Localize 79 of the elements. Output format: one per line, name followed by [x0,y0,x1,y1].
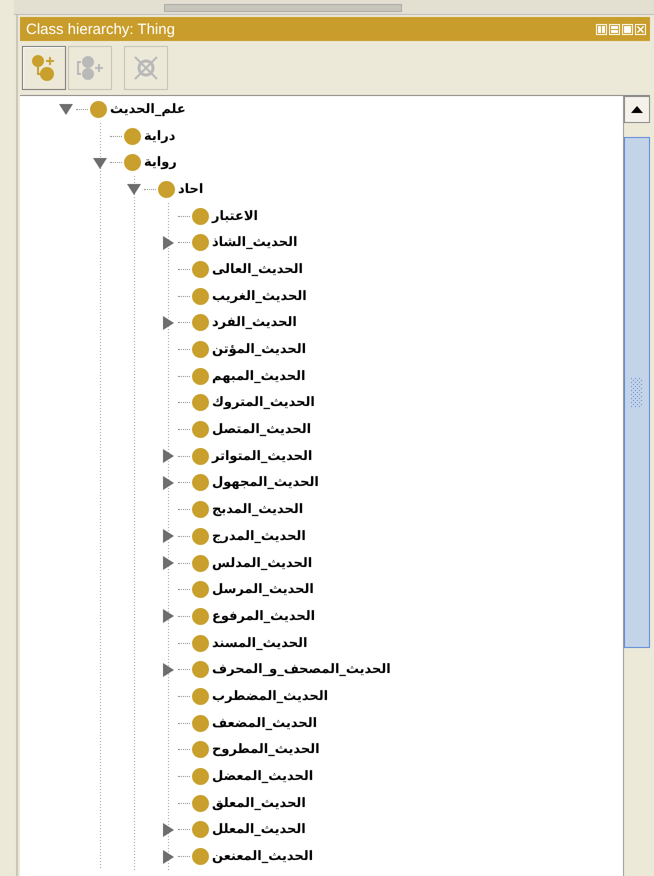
tree-item[interactable]: الحديث_المتصل [212,422,312,438]
class-icon [192,768,209,786]
class-icon [192,714,209,732]
tree-item[interactable]: الحديث_الفرد [212,315,297,330]
class-icon [192,501,209,518]
expand-triangle-icon[interactable] [161,850,175,864]
tree-item[interactable]: الحديث_المتواتر [212,448,312,464]
class-icon [192,368,209,385]
expand-triangle-icon[interactable] [161,609,175,624]
class-icon [192,608,209,625]
class-icon [192,661,209,678]
class-icon [192,421,209,438]
class-icon [192,288,209,305]
tree-item[interactable]: الحديث_الغريب [212,288,307,304]
tree-item[interactable]: احاد [178,182,204,197]
tree-item[interactable]: الحديث_الشاذ [212,235,298,250]
tree-item[interactable]: الحديث_المتروك [212,395,315,410]
expand-triangle-icon[interactable] [161,529,175,544]
tree-item[interactable]: الحديث_العالى [212,262,303,277]
expand-triangle-icon[interactable] [161,449,175,464]
tree-item[interactable]: الاعتبار [212,208,258,224]
tree-item[interactable]: الحديث_المبهم [212,368,306,384]
class-icon [192,554,209,572]
class-icon [192,234,209,252]
class-icon [192,794,209,812]
tree-item[interactable]: علم_الحديث [110,102,186,117]
tree-item[interactable]: الحديث_المعضل [212,769,314,784]
tree-item[interactable]: الحديث_المدبج [212,502,304,518]
expand-triangle-icon[interactable] [161,316,175,330]
tree-item[interactable]: الحديث_المعلق [212,796,306,811]
class-icon [192,528,209,545]
tree-item[interactable]: الحديث_المصحف_و_المحرف [212,662,391,678]
collapse-triangle-icon[interactable] [59,102,73,116]
class-icon [192,208,209,225]
tree-item[interactable]: الحديث_المعلل [212,822,306,838]
tree-item[interactable]: الحديث_المدلس [212,556,312,571]
class-icon [192,581,209,598]
expand-triangle-icon[interactable] [161,822,175,837]
class-icon [192,688,209,705]
up-arrow-icon [631,106,643,113]
expand-triangle-icon[interactable] [161,476,175,490]
scroll-up-button[interactable] [624,96,650,123]
tree-item[interactable]: رواية [144,155,177,170]
class-icon [192,741,209,758]
collapse-triangle-icon[interactable] [93,156,107,170]
tree-item[interactable]: الحديث_المدرج [212,528,306,544]
class-icon [158,180,175,198]
scrollbar-thumb[interactable] [624,137,650,648]
expand-triangle-icon[interactable] [161,662,175,677]
expand-triangle-icon[interactable] [161,236,175,250]
tree-item[interactable]: الحديث_المضعف [212,716,318,731]
tree-item[interactable]: الحديث_المجهول [212,475,319,490]
class-icon [192,394,209,412]
class-icon [192,314,209,332]
class-icon [192,341,209,358]
class-icon [192,848,209,866]
class-icon [192,634,209,652]
tree-item[interactable]: الحديث_المؤتن [212,342,306,358]
tree-item[interactable]: الحديث_المسند [212,636,308,651]
class-icon [124,128,141,145]
tree-item[interactable]: الحديث_المضطرب [212,688,328,704]
strip-scroll-thumb[interactable] [164,4,402,12]
node-plus-icon [76,53,104,83]
tree-item[interactable]: الحديث_المطروح [212,742,320,758]
collapse-triangle-icon[interactable] [127,182,141,196]
panel-title: Class hierarchy: Thing [26,20,175,38]
tree-item[interactable]: دراية [144,128,176,144]
delete-icon [132,54,160,82]
toolbar-button[interactable] [22,46,66,90]
class-icon [192,474,209,492]
class-icon [124,154,141,172]
class-icon [192,260,209,278]
tree-item[interactable]: الحديث_المعنعن [212,849,314,864]
class-icon [90,100,107,118]
class-icon [192,448,209,465]
expand-triangle-icon[interactable] [161,556,175,570]
tree-item[interactable]: الحديث_المرفوع [212,608,316,624]
class-icon [192,821,209,838]
tree-item[interactable]: الحديث_المرسل [212,582,314,598]
